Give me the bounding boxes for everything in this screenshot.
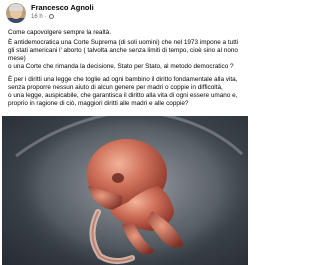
meta-separator: · <box>44 14 47 20</box>
post-paragraph: È antidemocratica una Corte Suprema (di … <box>8 39 239 62</box>
globe-icon[interactable] <box>49 14 55 19</box>
author-name[interactable]: Francesco Agnoli <box>31 3 94 12</box>
post-paragraph: o una Corte che rimanda la decisione, St… <box>8 63 234 70</box>
post-meta: 16 h · <box>31 14 55 20</box>
post-image[interactable] <box>2 116 248 265</box>
post-paragraph: Come capovolgere sempre la realtà. <box>8 29 112 36</box>
author-avatar[interactable] <box>6 3 26 23</box>
post-header: Francesco Agnoli 16 h · <box>4 2 246 26</box>
avatar-hair <box>9 4 23 11</box>
fetus-illustration <box>15 116 245 265</box>
post-paragraph: o una legge, auspicabile, che garantisca… <box>8 92 238 107</box>
post-timestamp[interactable]: 16 h <box>31 14 43 20</box>
post-paragraph: È per i diritti una legge che toglie ad … <box>8 76 238 91</box>
post-text: Come capovolgere sempre la realtà. È ant… <box>8 29 246 113</box>
facebook-post: Francesco Agnoli 16 h · Come capovolgere… <box>0 0 250 265</box>
